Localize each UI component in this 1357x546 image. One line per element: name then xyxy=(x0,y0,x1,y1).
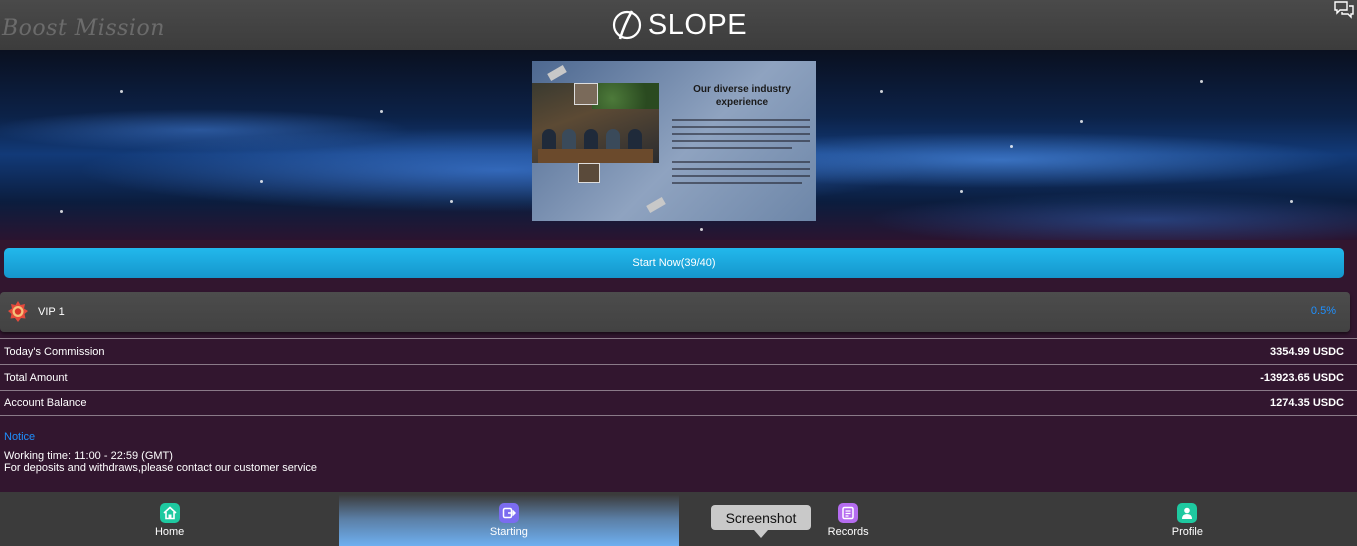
stat-label: Today's Commission xyxy=(4,345,105,358)
brand-logo: SLOPE xyxy=(610,8,747,42)
header: Boost Mission SLOPE xyxy=(0,0,1357,50)
start-icon xyxy=(498,503,519,523)
notice-contact: For deposits and withdraws,please contac… xyxy=(4,462,318,474)
nav-label: Starting xyxy=(489,526,528,538)
slope-logo-icon xyxy=(612,10,641,40)
stat-value: 1274.35 USDC xyxy=(1270,397,1344,409)
screenshot-tooltip: Screenshot xyxy=(711,505,811,538)
notice-working-time: Working time: 11:00 - 22:59 (GMT) xyxy=(4,450,173,462)
vip-level: VIP 1 xyxy=(38,306,65,318)
hero-background: Our diverse industry experience xyxy=(0,50,1357,240)
stat-label: Account Balance xyxy=(4,397,87,409)
nav-label: Records xyxy=(827,526,869,538)
nav-item-starting[interactable]: Starting xyxy=(339,492,679,546)
records-icon xyxy=(838,503,859,523)
bottom-nav: Home Starting Records Profile xyxy=(0,492,1357,546)
nav-item-profile[interactable]: Profile xyxy=(1018,492,1357,546)
stats-list: Today's Commission 3354.99 USDC Total Am… xyxy=(0,338,1357,416)
profile-icon xyxy=(1177,503,1198,523)
chat-bubbles-icon[interactable] xyxy=(1333,0,1355,20)
start-now-button[interactable]: Start Now(39/40) xyxy=(4,248,1344,278)
vip-medal-icon xyxy=(8,301,28,322)
nav-label: Home xyxy=(154,526,185,538)
promo-banner[interactable]: Our diverse industry experience xyxy=(532,61,816,221)
stat-value: -13923.65 USDC xyxy=(1260,371,1344,384)
page-title: Boost Mission xyxy=(2,16,165,41)
stat-row-total-amount: Total Amount -13923.65 USDC xyxy=(0,364,1357,390)
stat-row-todays-commission: Today's Commission 3354.99 USDC xyxy=(0,338,1357,364)
stat-row-account-balance: Account Balance 1274.35 USDC xyxy=(0,390,1357,416)
vip-card: VIP 1 0.5% xyxy=(0,292,1350,332)
vip-commission-rate: 0.5% xyxy=(1310,305,1336,317)
banner-title: Our diverse industry experience xyxy=(693,84,791,108)
stat-label: Total Amount xyxy=(4,371,68,384)
nav-item-home[interactable]: Home xyxy=(0,492,339,546)
notice-title: Notice xyxy=(4,431,36,443)
nav-label: Profile xyxy=(1171,526,1203,538)
stat-value: 3354.99 USDC xyxy=(1270,345,1344,358)
home-icon xyxy=(159,503,180,523)
brand-name: SLOPE xyxy=(647,8,748,41)
